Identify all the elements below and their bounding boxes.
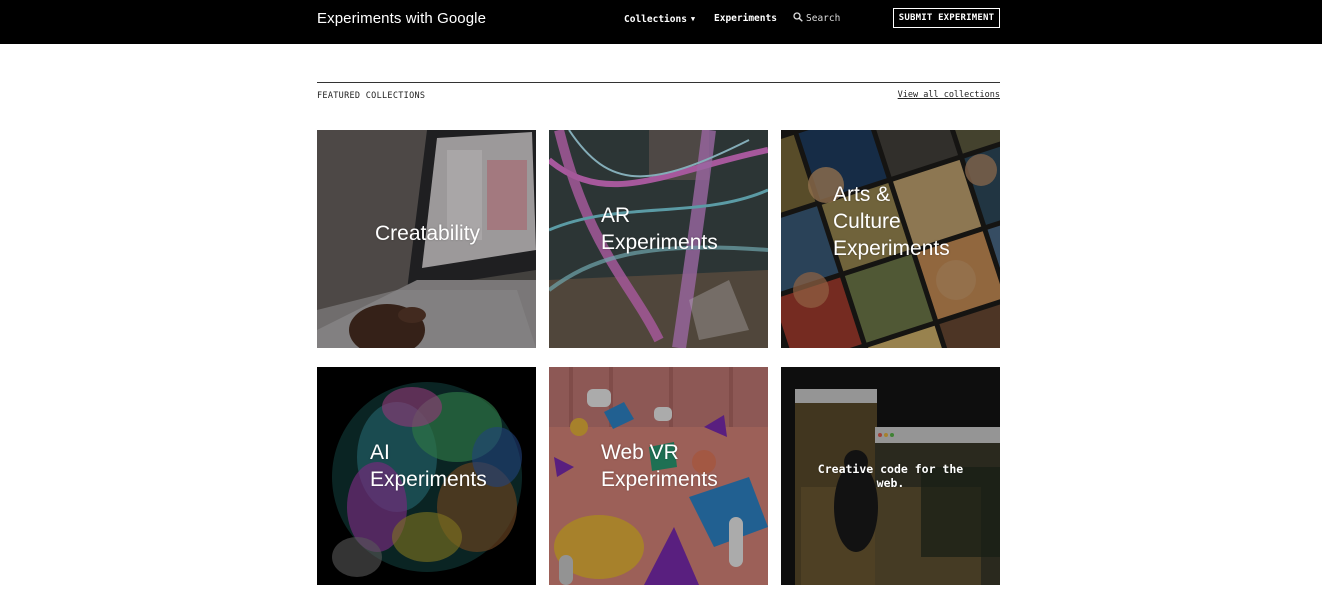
tile-label-line: Web VR: [601, 441, 679, 464]
tile-label-line: Experiments: [601, 468, 718, 491]
nav-collections-menu[interactable]: Collections ▼: [624, 12, 695, 26]
tile-label-line: Arts &: [833, 183, 891, 206]
top-navigation-bar: Experiments with Google Collections ▼ Exp…: [0, 0, 1322, 44]
tile-label: AR Experiments: [601, 202, 718, 256]
tile-label: AI Experiments: [370, 439, 487, 493]
tile-label-line: Experiments: [370, 468, 487, 491]
collection-tile-ai-experiments[interactable]: AI Experiments: [317, 367, 536, 585]
tile-label-line: Experiments: [833, 237, 950, 260]
collection-tile-ar-experiments[interactable]: AR Experiments: [549, 130, 768, 348]
featured-collections-heading: FEATURED COLLECTIONS: [317, 91, 426, 101]
chevron-down-icon: ▼: [690, 15, 696, 23]
tile-label: Creative code for the web.: [781, 462, 1000, 490]
tile-label: Creatability: [375, 222, 481, 245]
tile-label: Web VR Experiments: [601, 439, 718, 493]
tile-label-line: AR: [601, 204, 631, 227]
collection-tile-webvr-experiments[interactable]: Web VR Experiments: [549, 367, 768, 585]
nav-experiments-link[interactable]: Experiments: [714, 12, 777, 26]
tile-label-line: Creative code for the: [817, 462, 964, 476]
collection-tile-arts-culture[interactable]: Arts & Culture Experiments: [781, 130, 1000, 348]
tile-label-line: AI: [370, 441, 390, 464]
tile-label-line: Culture: [833, 210, 901, 233]
search-icon: [793, 12, 803, 22]
tile-label: Arts & Culture Experiments: [833, 181, 950, 262]
submit-experiment-button[interactable]: SUBMIT EXPERIMENT: [893, 8, 1000, 28]
tile-label-line: web.: [876, 476, 905, 490]
section-divider: [317, 82, 1000, 83]
collection-tile-creative-code[interactable]: Creative code for the web.: [781, 367, 1000, 585]
nav-search-button[interactable]: Search: [793, 12, 840, 26]
tile-label-line: Experiments: [601, 231, 718, 254]
collection-tile-creatability[interactable]: Creatability: [317, 130, 536, 348]
nav-search-label: Search: [806, 13, 841, 24]
nav-collections-label: Collections: [624, 14, 687, 25]
view-all-collections-link[interactable]: View all collections: [898, 90, 1000, 100]
brand-logo-text[interactable]: Experiments with Google: [317, 10, 486, 28]
